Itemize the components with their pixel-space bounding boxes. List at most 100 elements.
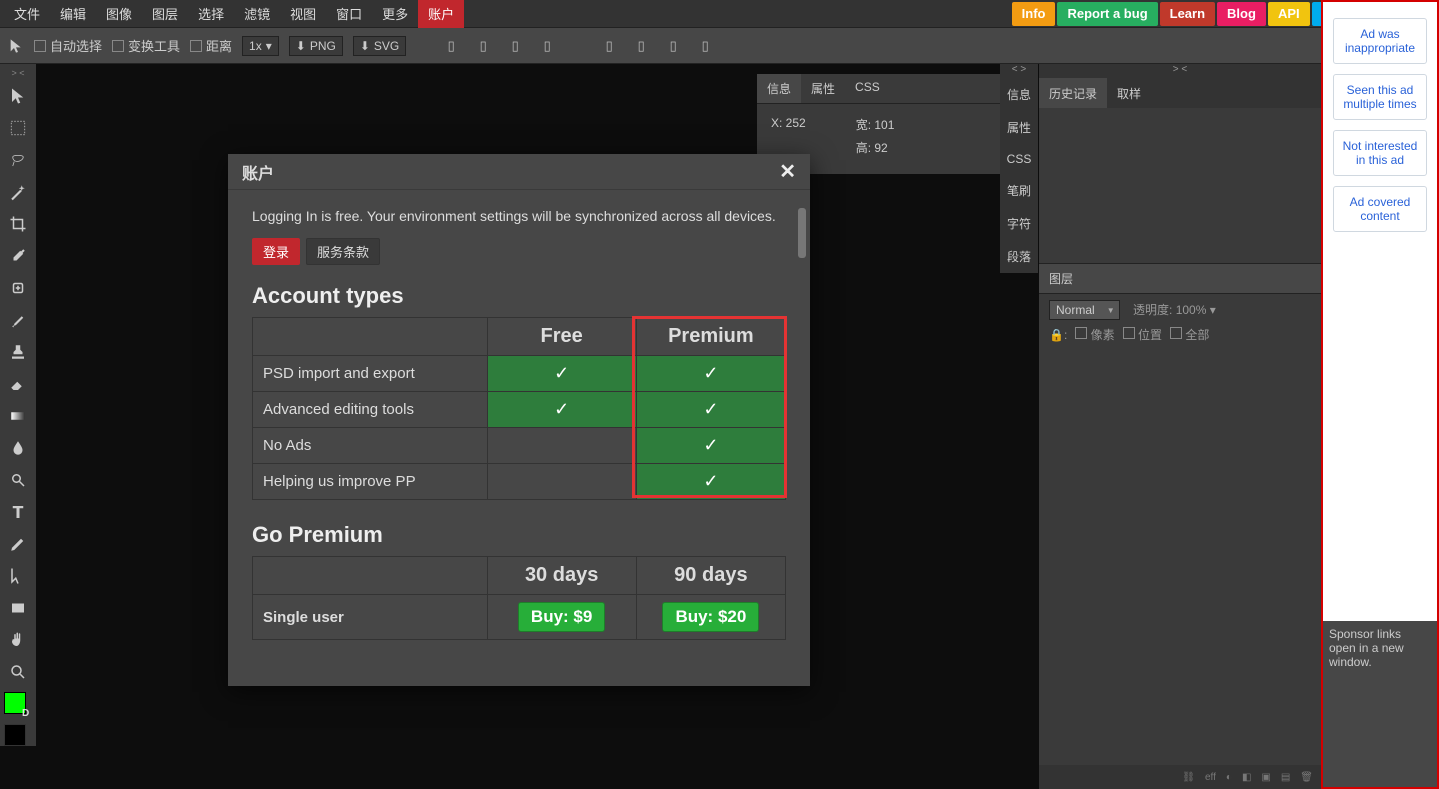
tab-swatches[interactable]: 取样 <box>1107 78 1151 108</box>
info-tab-props[interactable]: 属性 <box>801 74 845 103</box>
side-css[interactable]: CSS <box>1000 144 1038 174</box>
export-svg-button[interactable]: ⬇SVG <box>353 36 406 56</box>
toolbox-handle[interactable]: > < <box>0 68 36 80</box>
align-right-icon[interactable]: ▯ <box>504 36 526 56</box>
right-status[interactable]: > < <box>1039 64 1321 78</box>
layers-header[interactable]: 图层 <box>1039 263 1321 294</box>
chevron-down-icon[interactable]: ▾ <box>1210 303 1216 317</box>
gradient-tool[interactable] <box>0 400 36 432</box>
check-icon: ✓ <box>703 399 718 419</box>
table-row: Helping us improve PP ✓ <box>253 464 786 500</box>
menu-window[interactable]: 窗口 <box>326 0 372 28</box>
default-colors-label[interactable]: D <box>20 708 29 719</box>
link-api[interactable]: API <box>1268 2 1310 26</box>
lasso-tool[interactable] <box>0 144 36 176</box>
zoom-tool[interactable] <box>0 656 36 688</box>
buy-20-button[interactable]: Buy: $20 <box>662 602 759 632</box>
trash-icon[interactable]: 🗑 <box>1300 772 1313 783</box>
transform-checkbox[interactable]: 变换工具 <box>112 36 180 55</box>
lock-all-checkbox[interactable]: 全部 <box>1170 326 1209 343</box>
menu-select[interactable]: 选择 <box>188 0 234 28</box>
link-learn[interactable]: Learn <box>1160 2 1215 26</box>
heal-tool[interactable] <box>0 272 36 304</box>
brush-tool[interactable] <box>0 304 36 336</box>
marquee-tool[interactable] <box>0 112 36 144</box>
lock-position-label: 位置 <box>1138 328 1162 342</box>
folder-icon[interactable]: ▣ <box>1261 772 1270 783</box>
export-png-button[interactable]: ⬇PNG <box>289 36 343 56</box>
distribute-more-icon[interactable]: ▯ <box>694 36 716 56</box>
info-tab-info[interactable]: 信息 <box>757 74 801 103</box>
dodge-tool[interactable] <box>0 464 36 496</box>
lock-pixels-checkbox[interactable]: 像素 <box>1075 326 1114 343</box>
account-types-table: Free Premium PSD import and export ✓ ✓ A… <box>252 317 786 500</box>
col-90days: 90 days <box>636 557 785 595</box>
menu-more[interactable]: 更多 <box>372 0 418 28</box>
adjustment-icon[interactable]: ◧ <box>1242 772 1251 783</box>
side-paragraph[interactable]: 段落 <box>1000 240 1038 273</box>
align-left-icon[interactable]: ▯ <box>440 36 462 56</box>
check-icon: ✓ <box>554 363 569 383</box>
check-icon: ✓ <box>703 363 718 383</box>
lock-icon: 🔒: <box>1049 328 1067 342</box>
link-info[interactable]: Info <box>1012 2 1056 26</box>
blur-tool[interactable] <box>0 432 36 464</box>
menu-image[interactable]: 图像 <box>96 0 142 28</box>
pen-tool[interactable] <box>0 528 36 560</box>
download-icon: ⬇ <box>360 39 370 53</box>
col-premium: Premium <box>636 318 785 356</box>
buy-9-button[interactable]: Buy: $9 <box>518 602 605 632</box>
shape-tool[interactable] <box>0 592 36 624</box>
fx-icon[interactable]: eff <box>1205 772 1216 783</box>
link-layers-icon[interactable]: ⛓ <box>1182 772 1195 783</box>
tab-history[interactable]: 历史记录 <box>1039 78 1107 108</box>
close-icon[interactable]: ✕ <box>779 159 796 184</box>
side-info[interactable]: 信息 <box>1000 78 1038 111</box>
crop-tool[interactable] <box>0 208 36 240</box>
align-top-icon[interactable]: ▯ <box>536 36 558 56</box>
side-props[interactable]: 属性 <box>1000 111 1038 144</box>
hand-tool[interactable] <box>0 624 36 656</box>
menu-edit[interactable]: 编辑 <box>50 0 96 28</box>
modal-scrollbar[interactable] <box>798 208 806 258</box>
link-blog[interactable]: Blog <box>1217 2 1266 26</box>
ad-option-covered[interactable]: Ad covered content <box>1333 186 1427 232</box>
mask-icon[interactable]: ◐ <box>1226 772 1232 783</box>
side-character[interactable]: 字符 <box>1000 207 1038 240</box>
opacity-value[interactable]: 100% <box>1176 303 1207 317</box>
align-center-icon[interactable]: ▯ <box>472 36 494 56</box>
download-icon: ⬇ <box>296 39 306 53</box>
blend-mode-select[interactable]: Normal <box>1049 300 1120 320</box>
distance-checkbox[interactable]: 距离 <box>190 36 232 55</box>
text-tool[interactable] <box>0 496 36 528</box>
new-layer-icon[interactable]: ▤ <box>1281 772 1290 783</box>
stamp-tool[interactable] <box>0 336 36 368</box>
menu-layer[interactable]: 图层 <box>142 0 188 28</box>
side-brush[interactable]: 笔刷 <box>1000 174 1038 207</box>
menu-filter[interactable]: 滤镜 <box>234 0 280 28</box>
lock-position-checkbox[interactable]: 位置 <box>1123 326 1162 343</box>
menu-account[interactable]: 账户 <box>418 0 464 28</box>
ad-option-inappropriate[interactable]: Ad was inappropriate <box>1333 18 1427 64</box>
lock-all-label: 全部 <box>1185 328 1209 342</box>
distribute-v-icon[interactable]: ▯ <box>630 36 652 56</box>
eyedropper-tool[interactable] <box>0 240 36 272</box>
distribute-h-icon[interactable]: ▯ <box>598 36 620 56</box>
path-select-tool[interactable] <box>0 560 36 592</box>
side-status[interactable]: < > <box>1000 64 1038 78</box>
eraser-tool[interactable] <box>0 368 36 400</box>
login-button[interactable]: 登录 <box>252 238 300 265</box>
menu-view[interactable]: 视图 <box>280 0 326 28</box>
ad-option-seen-many[interactable]: Seen this ad multiple times <box>1333 74 1427 120</box>
distribute-spacing-icon[interactable]: ▯ <box>662 36 684 56</box>
move-tool[interactable] <box>0 80 36 112</box>
menu-file[interactable]: 文件 <box>4 0 50 28</box>
scale-select[interactable]: 1x▾ <box>242 36 279 56</box>
auto-select-checkbox[interactable]: 自动选择 <box>34 36 102 55</box>
tos-button[interactable]: 服务条款 <box>306 238 380 265</box>
modal-title: 账户 <box>242 160 274 184</box>
info-tab-css[interactable]: CSS <box>845 74 890 103</box>
link-report-bug[interactable]: Report a bug <box>1057 2 1157 26</box>
wand-tool[interactable] <box>0 176 36 208</box>
ad-option-not-interested[interactable]: Not interested in this ad <box>1333 130 1427 176</box>
